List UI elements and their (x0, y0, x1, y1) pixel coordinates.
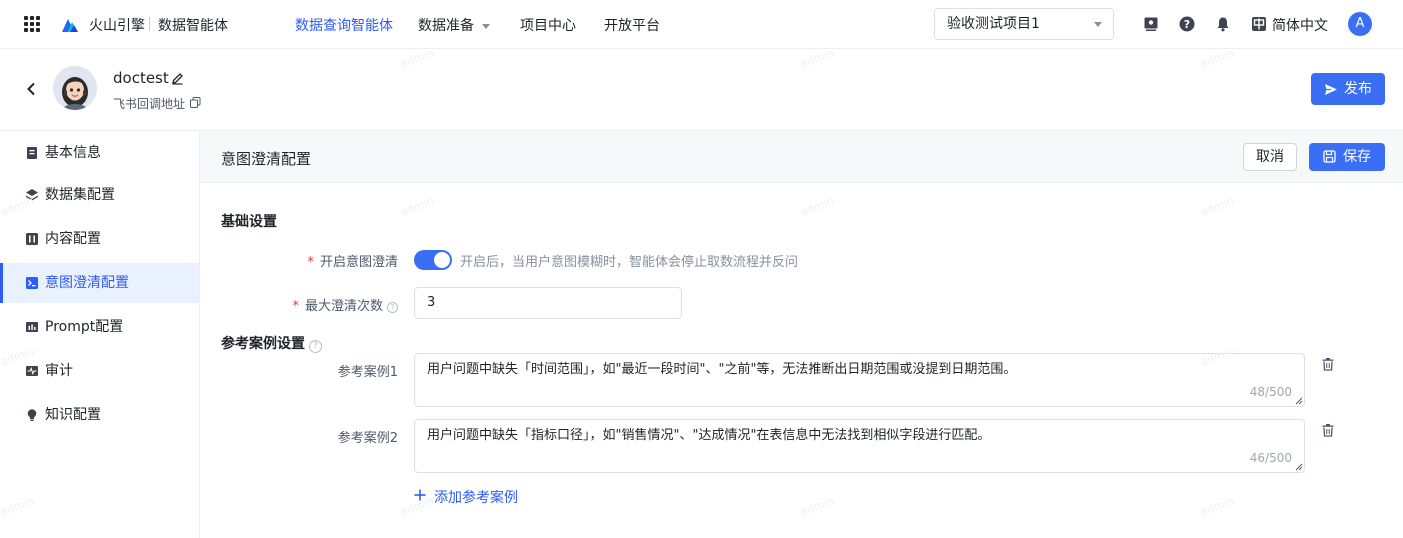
pulse-icon (26, 366, 38, 376)
trash-icon[interactable] (1321, 357, 1335, 371)
help-icon[interactable]: ? (1179, 16, 1195, 32)
case-1-textarea[interactable]: 用户问题中缺失「时间范围」，如"最近一段时间"、"之前"等，无法推断出日期范围或… (414, 353, 1305, 407)
user-avatar[interactable]: A (1348, 12, 1372, 36)
chart-icon (26, 322, 38, 332)
max-clarify-text: 最大澄清次数 (304, 299, 383, 314)
sidebar-item-content[interactable]: 内容配置 (0, 219, 199, 259)
publish-button[interactable]: 发布 (1311, 73, 1385, 105)
project-select[interactable]: 验收测试项目1 (934, 8, 1114, 40)
sidebar-item-audit[interactable]: 审计 (0, 351, 199, 391)
panel-title: 意图澄清配置 (221, 150, 312, 168)
enable-clarify-hint: 开启后，当用户意图模糊时，智能体会停止取数流程并反问 (460, 255, 799, 270)
callback-url-label: 飞书回调地址 (113, 97, 186, 111)
save-icon (1323, 150, 1336, 163)
cancel-button[interactable]: 取消 (1243, 143, 1297, 171)
sidebar-item-intent-clarify[interactable]: 意图澄清配置 (0, 263, 199, 303)
project-select-value: 验收测试项目1 (947, 16, 1040, 32)
nav-project-center[interactable]: 项目中心 (520, 15, 576, 35)
trash-icon[interactable] (1321, 423, 1335, 437)
copy-icon[interactable] (190, 97, 201, 108)
resize-handle-icon[interactable] (1295, 397, 1303, 405)
enable-clarify-label: * 开启意图澄清 (290, 251, 398, 270)
question-circle-icon[interactable]: ? (387, 302, 398, 313)
basic-settings-title: 基础设置 (221, 214, 277, 230)
chevron-down-icon (482, 23, 490, 29)
doc-icon (27, 147, 37, 159)
case-1-text: 用户问题中缺失「时间范围」，如"最近一段时间"、"之前"等，无法推断出日期范围或… (427, 362, 1017, 377)
max-clarify-input[interactable]: 3 (414, 287, 682, 319)
save-button[interactable]: 保存 (1309, 143, 1385, 171)
case-1-label: 参考案例1 (337, 365, 398, 380)
intent-config-panel: 意图澄清配置 取消 保存 基础设置 * 开启意图澄清 开启后，当用户意图模糊时，智… (200, 131, 1403, 538)
edit-icon[interactable] (171, 72, 184, 85)
volcano-logo-icon (62, 19, 78, 32)
content-icon (26, 233, 38, 245)
question-circle-icon[interactable]: ? (309, 340, 322, 353)
reference-cases-text: 参考案例设置 (221, 336, 305, 352)
add-case-label: 添加参考案例 (434, 490, 518, 506)
back-arrow-icon[interactable] (25, 82, 37, 96)
sidebar-item-label: 基本信息 (45, 145, 101, 161)
nav-data-prep[interactable]: 数据准备 (418, 15, 490, 35)
svg-text:?: ? (1184, 18, 1190, 31)
top-nav: 火山引擎 数据智能体 数据查询智能体 数据准备 项目中心 开放平台 验收测试项目… (0, 0, 1403, 49)
sidebar-item-basic-info[interactable]: 基本信息 (0, 133, 199, 173)
sidebar-item-label: 审计 (45, 363, 73, 379)
layers-icon (26, 189, 38, 201)
max-clarify-label: * 最大澄清次数? (260, 295, 398, 314)
save-label: 保存 (1343, 149, 1371, 165)
enable-clarify-text: 开启意图澄清 (319, 255, 398, 270)
reference-cases-title: 参考案例设置? (221, 333, 322, 353)
console-icon[interactable] (1143, 16, 1159, 32)
agent-avatar (53, 66, 97, 110)
sidebar-item-label: 数据集配置 (45, 187, 115, 203)
nav-data-query-agent[interactable]: 数据查询智能体 (295, 15, 393, 35)
case-2-counter: 46/500 (1249, 451, 1292, 465)
sidebar-item-knowledge[interactable]: 知识配置 (0, 395, 199, 435)
sidebar-item-prompt[interactable]: Prompt配置 (0, 307, 199, 347)
resize-handle-icon[interactable] (1295, 463, 1303, 471)
add-case-button[interactable]: 添加参考案例 (414, 487, 518, 507)
brand-divider (149, 17, 150, 31)
language-icon[interactable] (1251, 16, 1267, 32)
case-2-text: 用户问题中缺失「指标口径」，如"销售情况"、"达成情况"在表信息中无法找到相似字… (427, 428, 991, 443)
nav-open-platform[interactable]: 开放平台 (604, 15, 660, 35)
nav-data-prep-label: 数据准备 (418, 18, 474, 34)
bell-icon[interactable] (1215, 16, 1231, 32)
apps-grid-icon[interactable] (24, 16, 40, 32)
case-2-textarea[interactable]: 用户问题中缺失「指标口径」，如"销售情况"、"达成情况"在表信息中无法找到相似字… (414, 419, 1305, 473)
brand-name: 火山引擎 (89, 18, 145, 34)
sidebar-item-label: 内容配置 (45, 231, 101, 247)
case-1-counter: 48/500 (1249, 385, 1292, 399)
sidebar-item-label: 知识配置 (45, 407, 101, 423)
case-2-label: 参考案例2 (337, 431, 398, 446)
toggle-knob (434, 252, 450, 268)
agent-header: doctest 飞书回调地址 发布 (0, 49, 1403, 131)
enable-clarify-toggle[interactable] (414, 250, 452, 270)
chevron-down-icon (1094, 22, 1102, 27)
sidebar-item-label: Prompt配置 (45, 319, 124, 335)
send-icon (1325, 84, 1337, 95)
language-switch[interactable]: 简体中文 (1272, 15, 1328, 35)
terminal-icon (26, 277, 38, 289)
required-mark: * (307, 255, 314, 270)
plus-icon (414, 489, 426, 501)
bulb-icon (27, 409, 37, 422)
agent-avatar-image (53, 66, 97, 110)
config-sidebar: 基本信息 数据集配置 内容配置 意图澄清配置 Prompt配置 审计 知识配置 (0, 131, 200, 538)
publish-label: 发布 (1344, 81, 1372, 97)
product-name: 数据智能体 (158, 18, 228, 34)
sidebar-item-label: 意图澄清配置 (45, 275, 129, 291)
agent-name: doctest (113, 69, 169, 87)
panel-header: 意图澄清配置 取消 保存 (200, 131, 1403, 183)
sidebar-item-dataset[interactable]: 数据集配置 (0, 175, 199, 215)
required-mark: * (292, 299, 299, 314)
